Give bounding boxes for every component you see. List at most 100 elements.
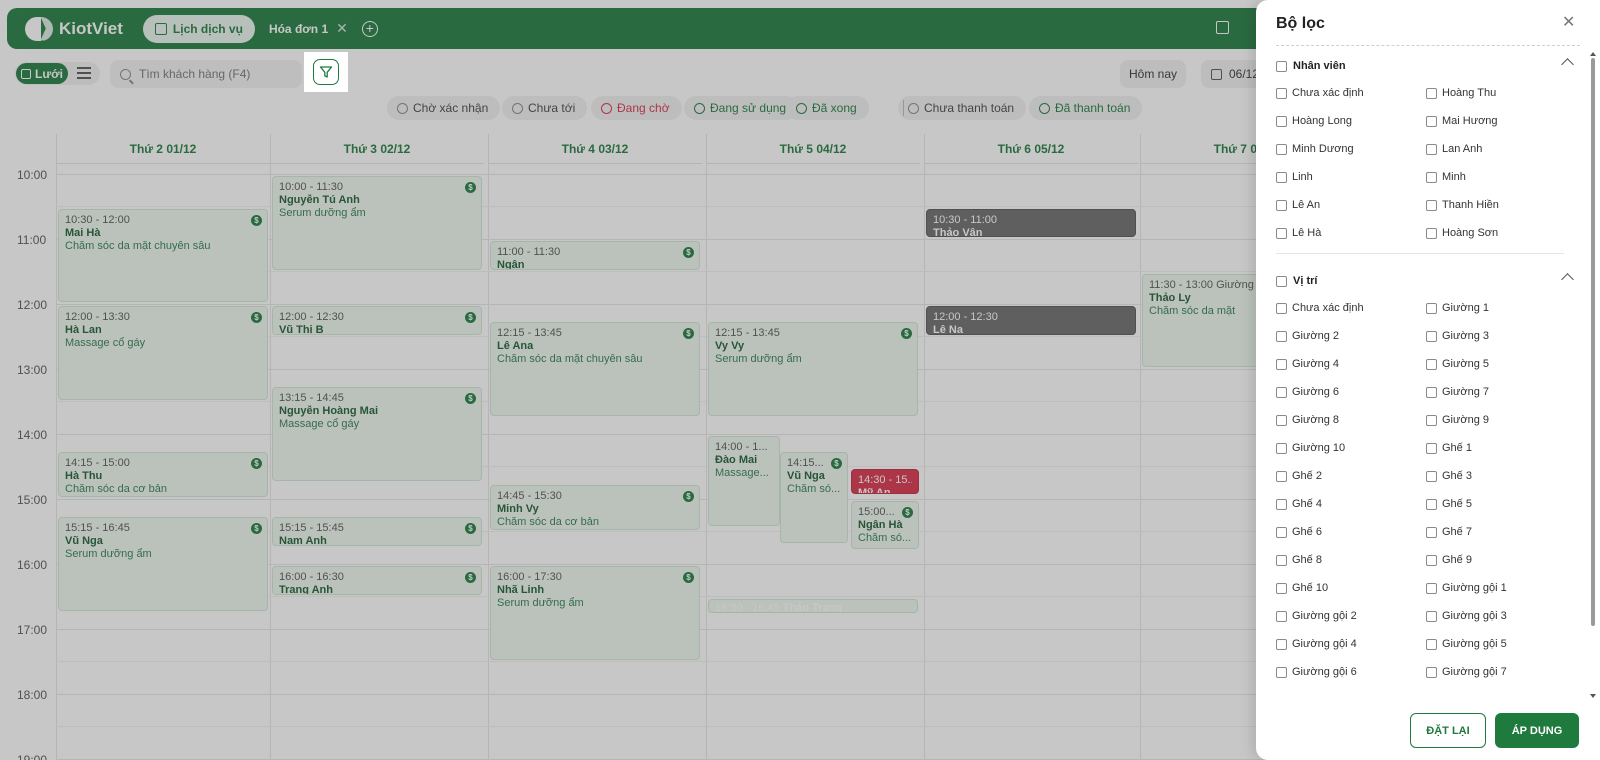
reset-button[interactable]: ĐẶT LẠI — [1410, 713, 1486, 748]
option-checkbox[interactable] — [1276, 470, 1287, 482]
option-checkbox[interactable] — [1426, 302, 1437, 314]
filter-option[interactable]: Ghế 2 — [1276, 468, 1322, 484]
filter-option[interactable]: Lê Hà — [1276, 225, 1321, 241]
option-checkbox[interactable] — [1426, 115, 1437, 127]
filter-option[interactable]: Ghế 6 — [1276, 524, 1322, 540]
option-checkbox[interactable] — [1426, 638, 1437, 650]
option-checkbox[interactable] — [1426, 199, 1437, 211]
scroll-down-arrow[interactable] — [1590, 694, 1596, 698]
filter-option[interactable]: Giường 8 — [1276, 412, 1339, 428]
filter-option[interactable]: Hoàng Long — [1276, 113, 1352, 129]
option-checkbox[interactable] — [1426, 442, 1437, 454]
filter-option[interactable]: Giường gội 5 — [1426, 636, 1507, 652]
option-checkbox[interactable] — [1276, 330, 1287, 342]
filter-option[interactable]: Giường gội 6 — [1276, 664, 1357, 680]
option-checkbox[interactable] — [1276, 498, 1287, 510]
filter-drawer: Bộ lọc ✕ Nhân viên Chưa xác định Hoàng Thu… — [1256, 0, 1600, 760]
option-checkbox[interactable] — [1276, 115, 1287, 127]
filter-option[interactable]: Lan Anh — [1426, 141, 1482, 157]
option-checkbox[interactable] — [1276, 414, 1287, 426]
option-label: Giường gội 2 — [1292, 610, 1357, 622]
option-checkbox[interactable] — [1426, 414, 1437, 426]
option-checkbox[interactable] — [1426, 498, 1437, 510]
filter-option[interactable]: Giường 4 — [1276, 356, 1339, 372]
option-checkbox[interactable] — [1276, 442, 1287, 454]
section-select-all-checkbox[interactable] — [1276, 60, 1287, 72]
filter-option[interactable]: Giường 3 — [1426, 328, 1489, 344]
filter-option[interactable]: Giường 6 — [1276, 384, 1339, 400]
option-checkbox[interactable] — [1426, 227, 1437, 239]
section-select-all-checkbox[interactable] — [1276, 275, 1287, 287]
option-label: Giường 7 — [1442, 386, 1489, 398]
filter-option[interactable]: Hoàng Sơn — [1426, 225, 1498, 241]
filter-button-frame — [313, 59, 339, 85]
filter-option[interactable]: Giường gội 2 — [1276, 608, 1357, 624]
filter-option[interactable]: Giường 7 — [1426, 384, 1489, 400]
option-label: Hoàng Long — [1292, 115, 1352, 127]
filter-option[interactable]: Giường 2 — [1276, 328, 1339, 344]
option-checkbox[interactable] — [1276, 358, 1287, 370]
option-checkbox[interactable] — [1426, 171, 1437, 183]
filter-option[interactable]: Lê An — [1276, 197, 1320, 213]
option-checkbox[interactable] — [1276, 638, 1287, 650]
filter-option[interactable]: Giường 9 — [1426, 412, 1489, 428]
filter-option[interactable]: Minh Dương — [1276, 141, 1354, 157]
filter-option[interactable]: Chưa xác định — [1276, 85, 1364, 101]
option-checkbox[interactable] — [1276, 582, 1287, 594]
option-checkbox[interactable] — [1276, 143, 1287, 155]
filter-option[interactable]: Minh — [1426, 169, 1466, 185]
option-checkbox[interactable] — [1426, 386, 1437, 398]
option-checkbox[interactable] — [1276, 199, 1287, 211]
filter-option[interactable]: Thanh Hiền — [1426, 197, 1499, 213]
filter-option[interactable]: Hoàng Thu — [1426, 85, 1496, 101]
filter-option[interactable]: Ghế 5 — [1426, 496, 1472, 512]
option-checkbox[interactable] — [1426, 87, 1437, 99]
option-checkbox[interactable] — [1276, 386, 1287, 398]
filter-option[interactable]: Ghế 7 — [1426, 524, 1472, 540]
filter-option[interactable]: Ghế 3 — [1426, 468, 1472, 484]
option-checkbox[interactable] — [1426, 610, 1437, 622]
filter-option[interactable]: Mai Hương — [1426, 113, 1498, 129]
option-checkbox[interactable] — [1426, 666, 1437, 678]
option-checkbox[interactable] — [1426, 554, 1437, 566]
scrollbar[interactable] — [1591, 58, 1595, 626]
close-icon[interactable]: ✕ — [1562, 12, 1575, 32]
filter-option[interactable]: Giường gội 3 — [1426, 608, 1507, 624]
option-checkbox[interactable] — [1276, 666, 1287, 678]
filter-section-staff[interactable]: Nhân viên — [1276, 57, 1574, 75]
option-checkbox[interactable] — [1276, 610, 1287, 622]
option-checkbox[interactable] — [1426, 143, 1437, 155]
filter-option[interactable]: Ghế 8 — [1276, 552, 1322, 568]
filter-option[interactable]: Giường gội 4 — [1276, 636, 1357, 652]
option-checkbox[interactable] — [1276, 87, 1287, 99]
filter-option[interactable]: Ghế 1 — [1426, 440, 1472, 456]
filter-option[interactable]: Ghế 9 — [1426, 552, 1472, 568]
apply-button[interactable]: ÁP DỤNG — [1495, 713, 1579, 748]
filter-option[interactable]: Ghế 10 — [1276, 580, 1328, 596]
filter-option[interactable]: Linh — [1276, 169, 1313, 185]
option-checkbox[interactable] — [1276, 302, 1287, 314]
filter-section-location[interactable]: Vị trí — [1276, 272, 1574, 290]
filter-option[interactable]: Ghế 4 — [1276, 496, 1322, 512]
filter-option[interactable]: Giường 10 — [1276, 440, 1345, 456]
filter-option[interactable]: Chưa xác định — [1276, 300, 1364, 316]
scroll-up-arrow[interactable] — [1590, 52, 1596, 56]
option-checkbox[interactable] — [1276, 526, 1287, 538]
filter-option[interactable]: Giường gội 7 — [1426, 664, 1507, 680]
option-checkbox[interactable] — [1426, 470, 1437, 482]
option-label: Ghế 9 — [1442, 554, 1472, 566]
filter-option[interactable]: Giường 5 — [1426, 356, 1489, 372]
option-checkbox[interactable] — [1276, 227, 1287, 239]
filter-button[interactable] — [304, 52, 348, 92]
filter-option[interactable]: Giường 1 — [1426, 300, 1489, 316]
option-checkbox[interactable] — [1426, 330, 1437, 342]
option-checkbox[interactable] — [1426, 358, 1437, 370]
chevron-up-icon[interactable] — [1561, 273, 1574, 286]
filter-option[interactable]: Giường gội 1 — [1426, 580, 1507, 596]
option-checkbox[interactable] — [1426, 526, 1437, 538]
chevron-up-icon[interactable] — [1561, 58, 1574, 71]
option-checkbox[interactable] — [1276, 554, 1287, 566]
option-checkbox[interactable] — [1276, 171, 1287, 183]
option-label: Minh Dương — [1292, 143, 1354, 155]
option-checkbox[interactable] — [1426, 582, 1437, 594]
